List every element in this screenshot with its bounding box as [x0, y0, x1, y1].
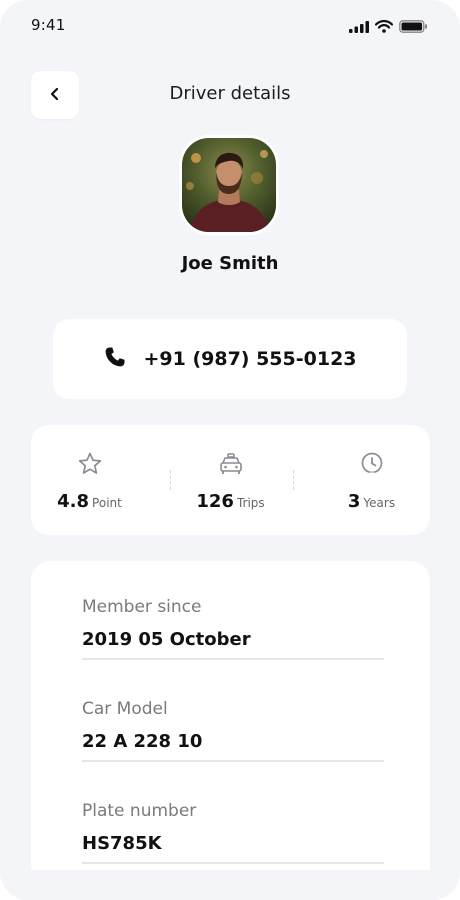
field-divider — [82, 862, 384, 864]
status-bar: 9:41 — [0, 0, 460, 54]
avatar — [179, 135, 279, 235]
phone-icon — [103, 345, 127, 373]
wifi-icon — [374, 18, 394, 37]
field-label: Car Model — [82, 699, 168, 719]
avatar-photo — [182, 138, 276, 232]
field-divider — [82, 760, 384, 762]
field-value: 2019 05 October — [82, 629, 251, 650]
stat-trips: 126 Trips — [171, 425, 290, 535]
battery-icon — [399, 18, 428, 37]
stat-value: 4.8 — [57, 491, 90, 512]
page-title: Driver details — [169, 83, 291, 104]
star-icon — [76, 450, 104, 482]
phone-call-button[interactable]: +91 (987) 555-0123 — [53, 319, 407, 399]
status-time: 9:41 — [31, 16, 66, 34]
clock-icon — [358, 450, 386, 482]
car-model-field: Car Model 22 A 228 10 — [82, 699, 384, 762]
phone-number: +91 (987) 555-0123 — [143, 348, 357, 370]
stats-card: 4.8 Point 126 Trips 3 Years — [31, 425, 430, 535]
field-divider — [82, 658, 384, 660]
car-icon — [217, 450, 245, 482]
field-value: HS785K — [82, 833, 162, 854]
field-label: Member since — [82, 597, 202, 617]
stat-unit: Years — [363, 496, 396, 510]
plate-number-field: Plate number HS785K — [82, 801, 384, 864]
stat-experience: 3 Years — [313, 425, 430, 535]
bottom-edge — [0, 870, 460, 900]
stat-value: 126 — [196, 491, 234, 512]
screen: 9:41 Driver details Joe Smith +91 (987) … — [0, 0, 460, 900]
field-label: Plate number — [82, 801, 197, 821]
stat-rating: 4.8 Point — [31, 425, 148, 535]
field-value: 22 A 228 10 — [82, 731, 203, 752]
stat-unit: Trips — [236, 496, 265, 510]
status-icons — [349, 18, 428, 37]
details-card: Member since 2019 05 October Car Model 2… — [31, 561, 430, 900]
stat-unit: Point — [92, 496, 122, 510]
signal-icon — [349, 18, 369, 37]
stat-value: 3 — [347, 491, 361, 512]
stat-divider — [170, 470, 171, 490]
member-since-field: Member since 2019 05 October — [82, 597, 384, 660]
driver-name: Joe Smith — [181, 253, 279, 274]
stat-divider — [293, 470, 294, 490]
